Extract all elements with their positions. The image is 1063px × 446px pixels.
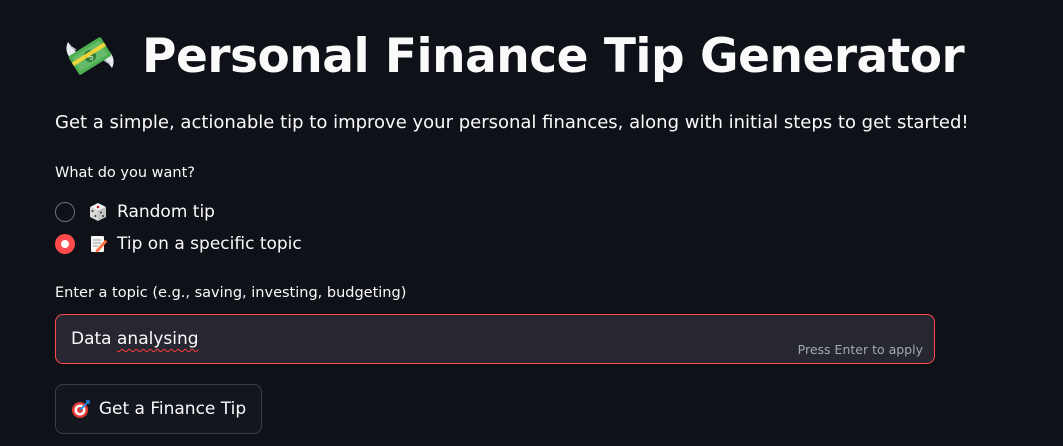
memo-icon xyxy=(91,236,108,253)
direct-hit-icon xyxy=(71,400,90,418)
radio-option-specific-topic[interactable]: Tip on a specific topic xyxy=(55,232,302,256)
mode-label: What do you want? xyxy=(55,165,195,181)
radio-option-label: Tip on a specific topic xyxy=(117,234,302,254)
input-hint: Press Enter to apply xyxy=(797,342,923,357)
app-page: $ Personal Finance Tip Generator Get a s… xyxy=(0,0,1063,446)
get-finance-tip-label: Get a Finance Tip xyxy=(98,399,247,419)
die-icon xyxy=(90,203,106,221)
radio-button-selected[interactable] xyxy=(55,234,75,254)
money-with-wings-icon: $ xyxy=(66,37,114,75)
spellcheck-word: analysing xyxy=(117,329,199,349)
page-subtitle: Get a simple, actionable tip to improve … xyxy=(55,112,969,133)
radio-button-unselected[interactable] xyxy=(55,202,75,222)
radio-option-random-tip[interactable]: Random tip xyxy=(55,200,215,224)
radio-option-label: Random tip xyxy=(117,202,215,222)
topic-input-value[interactable]: Data analysing xyxy=(71,329,199,349)
title-row: $ Personal Finance Tip Generator xyxy=(62,20,965,92)
get-finance-tip-button[interactable]: Get a Finance Tip xyxy=(55,384,262,434)
topic-input[interactable]: Data analysing Press Enter to apply xyxy=(55,314,935,364)
page-title: Personal Finance Tip Generator xyxy=(142,28,965,84)
topic-input-label: Enter a topic (e.g., saving, investing, … xyxy=(55,285,407,301)
